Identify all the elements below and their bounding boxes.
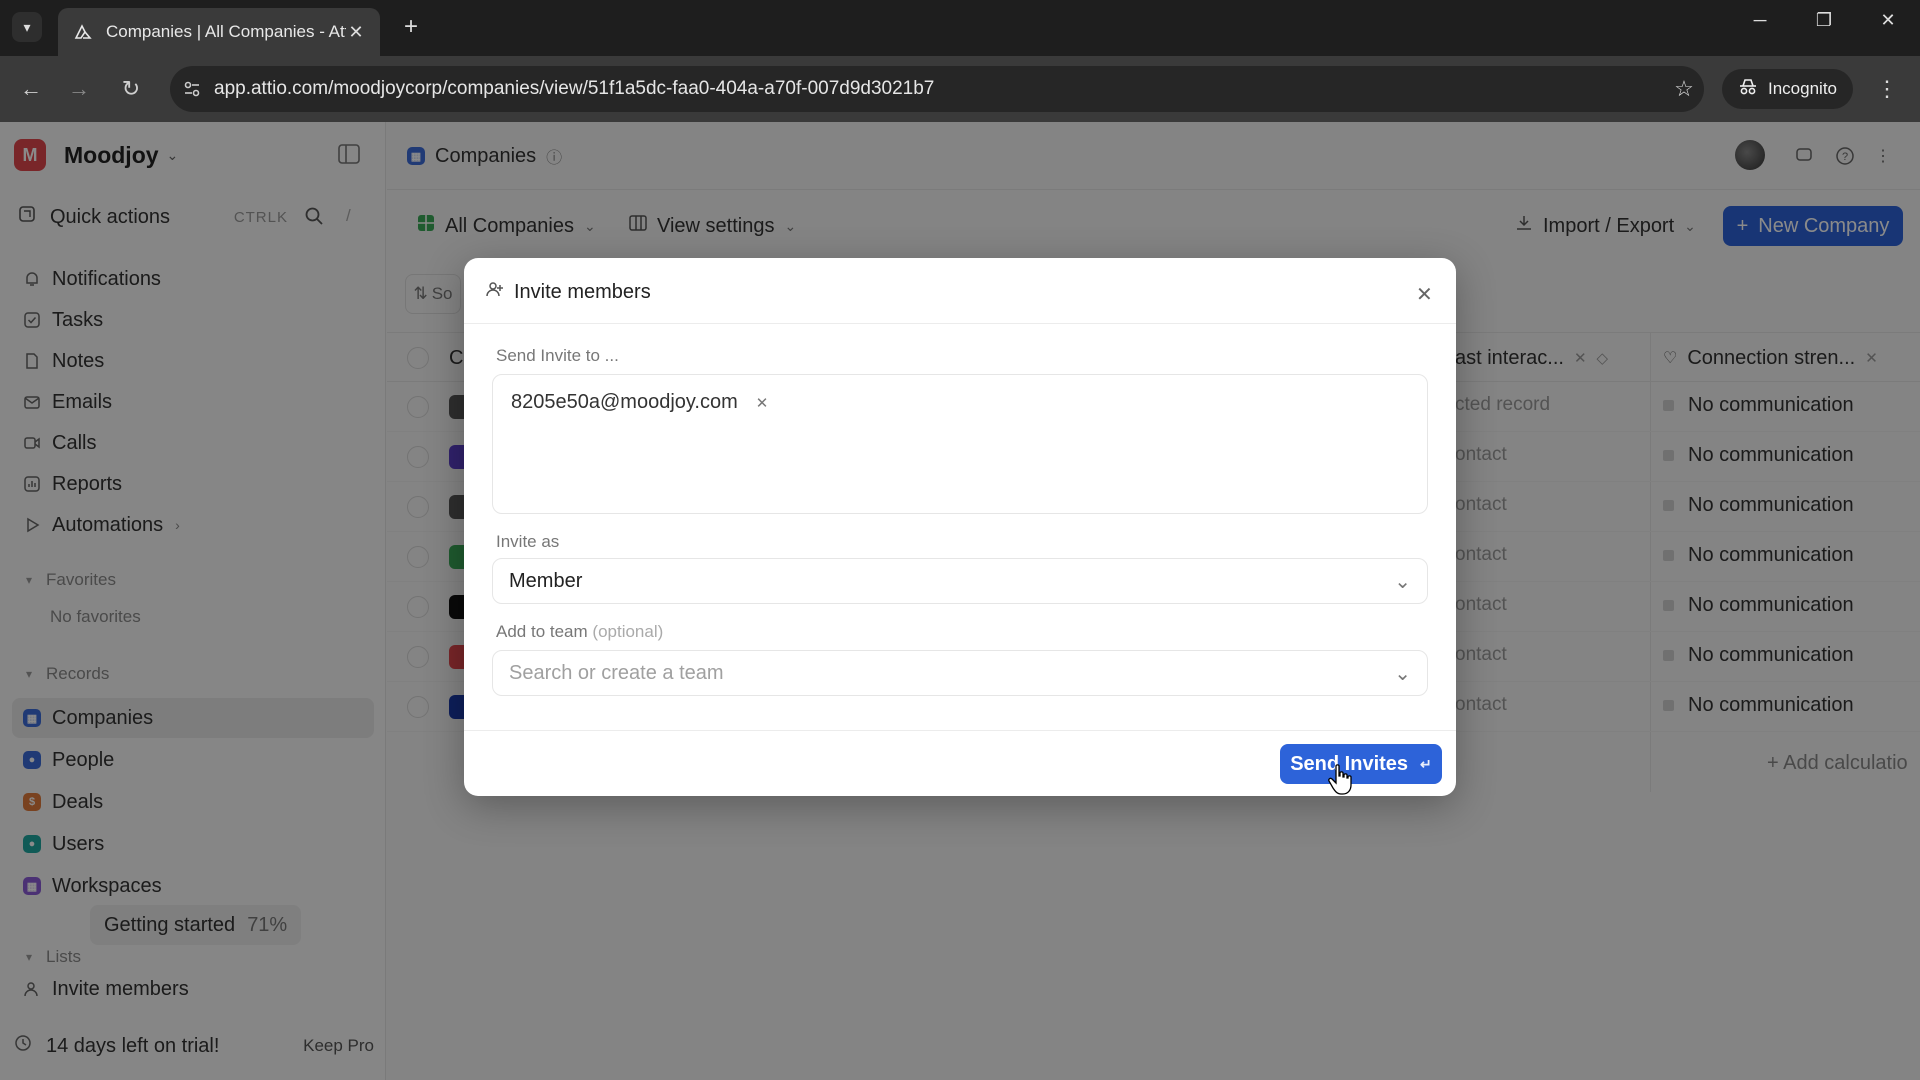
browser-tab-active[interactable]: Companies | All Companies - Attio ✕ (58, 8, 380, 56)
remove-email-icon[interactable]: ✕ (756, 394, 769, 412)
incognito-label: Incognito (1768, 79, 1837, 98)
browser-tab-bar: ▾ Companies | All Companies - Attio ✕ + … (0, 0, 1920, 56)
tab-title: Companies | All Companies - Attio (106, 22, 346, 41)
close-tab-icon[interactable]: ✕ (346, 22, 366, 43)
invite-as-value: Member (509, 569, 583, 592)
team-select-placeholder: Search or create a team (509, 661, 724, 684)
forward-icon[interactable]: → (64, 74, 94, 104)
mouse-cursor-icon (1328, 764, 1354, 801)
team-select[interactable]: Search or create a team ⌄ (492, 650, 1428, 696)
url-text: app.attio.com/moodjoycorp/companies/view… (214, 78, 935, 99)
modal-footer-divider (464, 730, 1456, 731)
site-settings-icon[interactable] (170, 79, 214, 99)
incognito-badge[interactable]: Incognito (1722, 69, 1853, 109)
incognito-icon (1738, 78, 1758, 101)
reload-icon[interactable]: ↻ (116, 74, 146, 104)
modal-header: Invite members ✕ (464, 258, 1456, 324)
enter-key-icon: ↵ (1420, 755, 1432, 772)
bookmark-star-icon[interactable]: ☆ (1664, 76, 1704, 102)
minimize-window-icon[interactable]: ─ (1740, 10, 1780, 31)
add-to-team-text: Add to team (496, 622, 588, 641)
modal-title: Invite members (514, 280, 651, 303)
chevron-down-icon: ⌄ (1394, 662, 1411, 685)
chevron-down-icon: ⌄ (1394, 570, 1411, 593)
add-to-team-label: Add to team (optional) (496, 622, 663, 642)
attio-favicon-icon (72, 21, 94, 43)
omnibox[interactable]: app.attio.com/moodjoycorp/companies/view… (170, 66, 1704, 112)
email-chip-text: 8205e50a@moodjoy.com (511, 391, 738, 413)
restore-window-icon[interactable]: ❐ (1804, 10, 1844, 31)
optional-hint: (optional) (592, 622, 664, 641)
browser-menu-icon[interactable]: ⋮ (1876, 76, 1898, 102)
close-icon[interactable]: ✕ (1416, 282, 1433, 307)
invite-members-modal: Invite members ✕ Send Invite to ... 8205… (464, 258, 1456, 796)
user-plus-icon (486, 280, 504, 304)
tab-list-button[interactable]: ▾ (12, 12, 42, 42)
invite-emails-input[interactable]: 8205e50a@moodjoy.com ✕ (492, 374, 1428, 514)
chevron-down-icon: ▾ (23, 18, 31, 35)
email-chip: 8205e50a@moodjoy.com ✕ (511, 391, 768, 414)
send-invite-label: Send Invite to ... (496, 346, 619, 365)
back-icon[interactable]: ← (16, 74, 46, 104)
close-window-icon[interactable]: ✕ (1868, 10, 1908, 31)
invite-as-label: Invite as (496, 532, 560, 551)
invite-as-select[interactable]: Member ⌄ (492, 558, 1428, 604)
modal-title-row: Invite members (486, 280, 651, 304)
new-tab-button[interactable]: + (396, 12, 426, 42)
browser-address-bar: ← → ↻ app.attio.com/moodjoycorp/companie… (0, 56, 1920, 122)
send-invites-button[interactable]: Send Invites ↵ (1280, 744, 1442, 784)
